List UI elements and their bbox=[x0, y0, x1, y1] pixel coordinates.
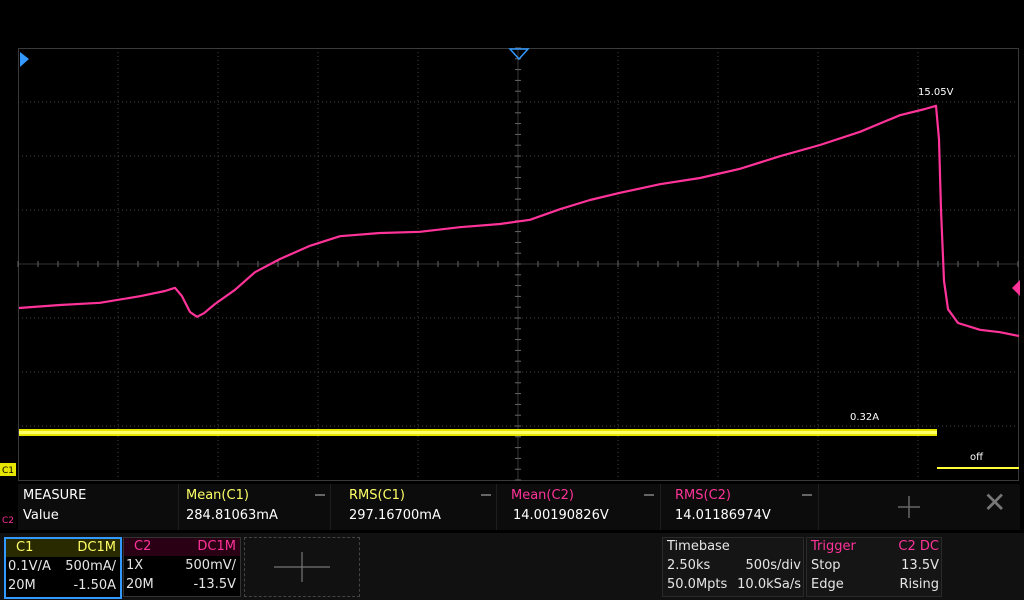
timebase-box[interactable]: Timebase 2.50ks 500s/div 50.0Mpts 10.0kS… bbox=[662, 537, 804, 597]
measure-val-rms-c1: 297.16700mA bbox=[349, 508, 441, 523]
measure-val-rms-c2: 14.01186974V bbox=[675, 508, 771, 523]
c2-channel-box[interactable]: C2 DC1M 1X 500mV/ 20M -13.5V bbox=[123, 537, 241, 597]
c2-marker[interactable]: C2 bbox=[2, 516, 14, 526]
left-marker-icon[interactable] bbox=[20, 52, 29, 67]
c2-offset: -13.5V bbox=[193, 577, 236, 592]
measure-col-mean-c1[interactable]: Mean(C1) bbox=[186, 488, 249, 503]
close-measure-icon[interactable]: ✕ bbox=[983, 488, 1006, 518]
add-measure-icon[interactable] bbox=[896, 492, 922, 522]
measure-title: MEASURE bbox=[23, 488, 87, 503]
waveform-display[interactable]: C1 bbox=[0, 0, 1024, 482]
measure-col-mean-c2[interactable]: Mean(C2) bbox=[511, 488, 574, 503]
measure-row-label: Value bbox=[23, 508, 59, 523]
c1-off-label: off bbox=[970, 452, 984, 463]
timebase-memory: 50.0Mpts bbox=[667, 577, 728, 592]
trigger-slope: Rising bbox=[899, 577, 939, 592]
c1-level-label: 0.32A bbox=[850, 412, 880, 423]
trigger-title: Trigger bbox=[811, 539, 856, 554]
c2-level-marker-icon[interactable] bbox=[1012, 280, 1020, 296]
measure-dash-icon bbox=[802, 494, 812, 496]
c2-peak-label: 15.05V bbox=[918, 87, 954, 98]
timebase-rate: 10.0kSa/s bbox=[737, 577, 801, 592]
c2-coupling: DC1M bbox=[197, 539, 236, 554]
measure-val-mean-c2: 14.00190826V bbox=[513, 508, 609, 523]
c1-marker[interactable]: C1 bbox=[0, 463, 16, 476]
trigger-type: Edge bbox=[811, 577, 844, 592]
measure-dash-icon bbox=[644, 494, 654, 496]
timebase-delay: 2.50ks bbox=[667, 558, 711, 573]
c1-channel-name: C1 bbox=[16, 540, 34, 555]
measure-dash-icon bbox=[481, 494, 491, 496]
add-channel-button[interactable] bbox=[244, 537, 360, 597]
c1-bandwidth: 20M bbox=[8, 578, 36, 593]
c1-waveform bbox=[19, 429, 1019, 469]
c2-waveform bbox=[18, 104, 1020, 338]
c2-bandwidth: 20M bbox=[126, 577, 154, 592]
trigger-marker-icon[interactable] bbox=[508, 48, 530, 61]
c2-channel-name: C2 bbox=[134, 539, 152, 554]
c2-scale: 500mV/ bbox=[185, 558, 236, 573]
measure-val-mean-c1: 284.81063mA bbox=[186, 508, 278, 523]
trigger-mode: Stop bbox=[811, 558, 841, 573]
c1-offset: -1.50A bbox=[73, 578, 116, 593]
measure-col-rms-c2[interactable]: RMS(C2) bbox=[675, 488, 731, 503]
timebase-title: Timebase bbox=[667, 539, 730, 554]
trigger-box[interactable]: Trigger C2 DC Stop 13.5V Edge Rising bbox=[806, 537, 942, 597]
c1-scale: 500mA/ bbox=[65, 559, 116, 574]
c1-coupling: DC1M bbox=[77, 540, 116, 555]
add-channel-icon bbox=[274, 552, 330, 582]
c1-channel-box[interactable]: C1 DC1M 0.1V/A 500mA/ 20M -1.50A bbox=[4, 537, 122, 599]
measure-dash-icon bbox=[315, 494, 325, 496]
c1-probe: 0.1V/A bbox=[8, 559, 51, 574]
measure-col-rms-c1[interactable]: RMS(C1) bbox=[349, 488, 405, 503]
trigger-source: C2 DC bbox=[898, 539, 939, 554]
svg-text:C1: C1 bbox=[2, 466, 14, 476]
measure-panel: MEASURE Value Mean(C1) 284.81063mA RMS(C… bbox=[18, 484, 1020, 530]
trigger-level: 13.5V bbox=[901, 558, 939, 573]
c2-probe: 1X bbox=[126, 558, 144, 573]
timebase-scale: 500s/div bbox=[745, 558, 801, 573]
